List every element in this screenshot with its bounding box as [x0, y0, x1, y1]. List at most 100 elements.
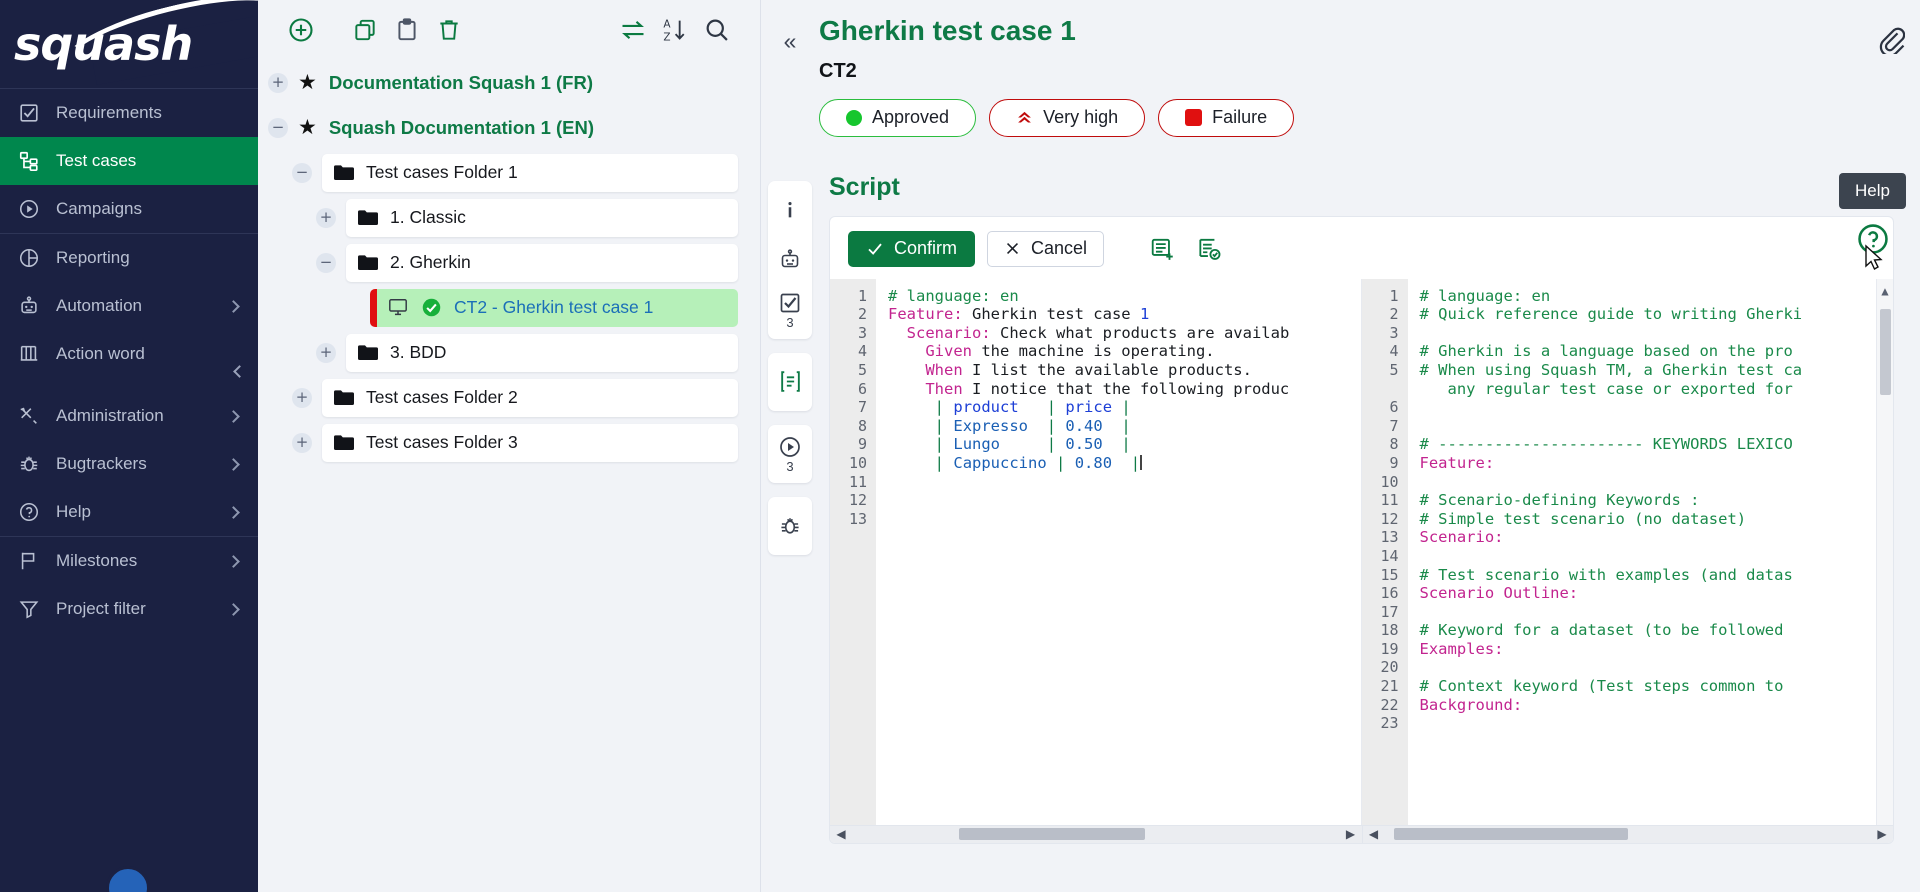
tree-node-folder[interactable]: 2. Gherkin [346, 244, 738, 282]
result-badge-label: Failure [1212, 107, 1267, 128]
sort-az-icon[interactable]: A Z [654, 9, 696, 51]
importance-badge[interactable]: Very high [989, 99, 1145, 137]
tree-row[interactable]: + 3. BDD [258, 330, 760, 375]
sidebar-item-reporting[interactable]: Reporting [0, 234, 258, 282]
expander-toggle[interactable]: + [316, 208, 336, 228]
scrollbar-thumb[interactable] [959, 828, 1144, 840]
chevron-right-icon [227, 458, 240, 471]
scroll-up-arrow-icon[interactable]: ▲ [1881, 279, 1888, 304]
sidebar-item-bugtrackers[interactable]: Bugtrackers [0, 440, 258, 488]
vertical-scrollbar[interactable]: ▲ [1876, 279, 1893, 825]
scroll-left-arrow-icon[interactable]: ◀ [1363, 827, 1385, 841]
tree-node-folder[interactable]: Test cases Folder 3 [322, 424, 738, 462]
tab-script[interactable] [768, 357, 812, 407]
folder-icon [358, 210, 378, 226]
tree-node-folder[interactable]: Test cases Folder 1 [322, 154, 738, 192]
scroll-right-arrow-icon[interactable]: ▶ [1340, 827, 1362, 841]
validate-script-icon[interactable] [1192, 232, 1226, 266]
badge-row: Approved Very high Failure [819, 99, 1860, 137]
expander-toggle[interactable]: + [292, 433, 312, 453]
status-badge[interactable]: Approved [819, 99, 976, 137]
sidebar-item-administration[interactable]: Administration [0, 392, 258, 440]
expander-toggle[interactable]: − [316, 253, 336, 273]
tree-node-folder[interactable]: Test cases Folder 2 [322, 379, 738, 417]
script-editor[interactable]: 12345678910111213 # language: en Feature… [830, 279, 1362, 825]
tree-node-label: Test cases Folder 2 [366, 387, 518, 408]
add-icon[interactable] [280, 9, 322, 51]
sidebar-item-automation[interactable]: Automation [0, 282, 258, 330]
sidebar-item-label: Bugtrackers [56, 454, 215, 474]
tree-project-row[interactable]: − ★ Squash Documentation 1 (EN) [258, 105, 760, 150]
sidebar-item-requirements[interactable]: Requirements [0, 89, 258, 137]
reference-code[interactable]: # language: en # Quick reference guide t… [1408, 279, 1894, 825]
hscrollbar-right[interactable]: ◀ ▶ [1362, 825, 1894, 843]
transfer-icon[interactable] [612, 9, 654, 51]
tree-node-folder[interactable]: 3. BDD [346, 334, 738, 372]
sidebar-item-help[interactable]: Help [0, 488, 258, 536]
user-avatar[interactable] [106, 866, 150, 892]
sidebar-item-action-word[interactable]: Action word [0, 330, 258, 378]
result-badge[interactable]: Failure [1158, 99, 1294, 137]
confirm-button[interactable]: Confirm [848, 231, 975, 267]
tree-project-row[interactable]: + ★ Documentation Squash 1 (FR) [258, 60, 760, 105]
favorite-star-icon: ★ [298, 72, 317, 93]
scroll-right-arrow-icon[interactable]: ▶ [1871, 827, 1893, 841]
tree-row[interactable]: − Test cases Folder 1 [258, 150, 760, 195]
folder-icon [334, 435, 354, 451]
tree-node-label: CT2 - Gherkin test case 1 [454, 297, 653, 318]
hscroll-track-left[interactable] [852, 825, 1340, 843]
sidebar-item-test-cases[interactable]: Test cases [0, 137, 258, 185]
script-icon [778, 369, 803, 394]
sidebar-item-label: Campaigns [56, 199, 242, 219]
test-case-reference: CT2 [819, 60, 1860, 83]
sidebar-item-project-filter[interactable]: Project filter [0, 585, 258, 633]
add-dataset-icon[interactable] [1146, 232, 1180, 266]
tree-node-folder[interactable]: 1. Classic [346, 199, 738, 237]
expander-toggle[interactable]: − [292, 163, 312, 183]
tab-bugs[interactable] [768, 501, 812, 551]
tab-information[interactable] [768, 185, 812, 235]
tab-automation[interactable] [768, 235, 812, 285]
cancel-button-label: Cancel [1031, 238, 1087, 259]
paste-icon[interactable] [386, 9, 428, 51]
tree-row[interactable]: + Test cases Folder 3 [258, 420, 760, 465]
cancel-button[interactable]: Cancel [987, 231, 1104, 267]
expander-toggle[interactable]: − [268, 118, 288, 138]
chevron-left-icon [233, 365, 246, 378]
tree-node-test-case[interactable]: CT2 - Gherkin test case 1 [370, 289, 738, 327]
tree-row[interactable]: + Test cases Folder 2 [258, 375, 760, 420]
pie-chart-icon [16, 245, 42, 271]
robot-icon [778, 248, 802, 272]
expander-toggle[interactable]: + [292, 388, 312, 408]
sidebar-item-milestones[interactable]: Milestones [0, 537, 258, 585]
hscroll-track-right[interactable] [1385, 825, 1872, 843]
rail-group: 3 [768, 181, 812, 339]
expander-toggle[interactable]: + [268, 73, 288, 93]
scroll-left-arrow-icon[interactable]: ◀ [830, 827, 852, 841]
delete-icon[interactable] [428, 9, 470, 51]
expander-toggle[interactable]: + [316, 343, 336, 363]
editor-gutter-right: 12345 67891011121314151617181920212223 [1362, 279, 1408, 825]
search-icon[interactable] [696, 9, 738, 51]
brand-logo[interactable]: squash [0, 0, 258, 88]
editor-code-left[interactable]: # language: en Feature: Gherkin test cas… [876, 279, 1361, 825]
sidebar-item-campaigns[interactable]: Campaigns [0, 185, 258, 233]
chevron-right-icon [227, 300, 240, 313]
scrollbar-thumb[interactable] [1394, 828, 1628, 840]
sidebar-collapse-button[interactable] [226, 360, 248, 382]
tree-row[interactable]: − 2. Gherkin [258, 240, 760, 285]
scrollbar-thumb[interactable] [1880, 309, 1891, 395]
chevron-right-icon [227, 410, 240, 423]
attachment-button[interactable] [1860, 14, 1920, 54]
tab-executions[interactable]: 3 [768, 429, 812, 479]
panel-collapse-button[interactable]: « [761, 14, 819, 55]
tree-row-selected[interactable]: CT2 - Gherkin test case 1 [258, 285, 760, 330]
editors-split: 12345678910111213 # language: en Feature… [830, 279, 1893, 825]
tree-row[interactable]: + 1. Classic [258, 195, 760, 240]
reference-guide-editor[interactable]: 12345 67891011121314151617181920212223 #… [1362, 279, 1894, 825]
sidebar-item-label: Help [56, 502, 215, 522]
status-success-icon [421, 297, 442, 318]
copy-icon[interactable] [344, 9, 386, 51]
hscrollbar-left[interactable]: ◀ ▶ [830, 825, 1362, 843]
tab-verified-requirements[interactable]: 3 [768, 285, 812, 335]
